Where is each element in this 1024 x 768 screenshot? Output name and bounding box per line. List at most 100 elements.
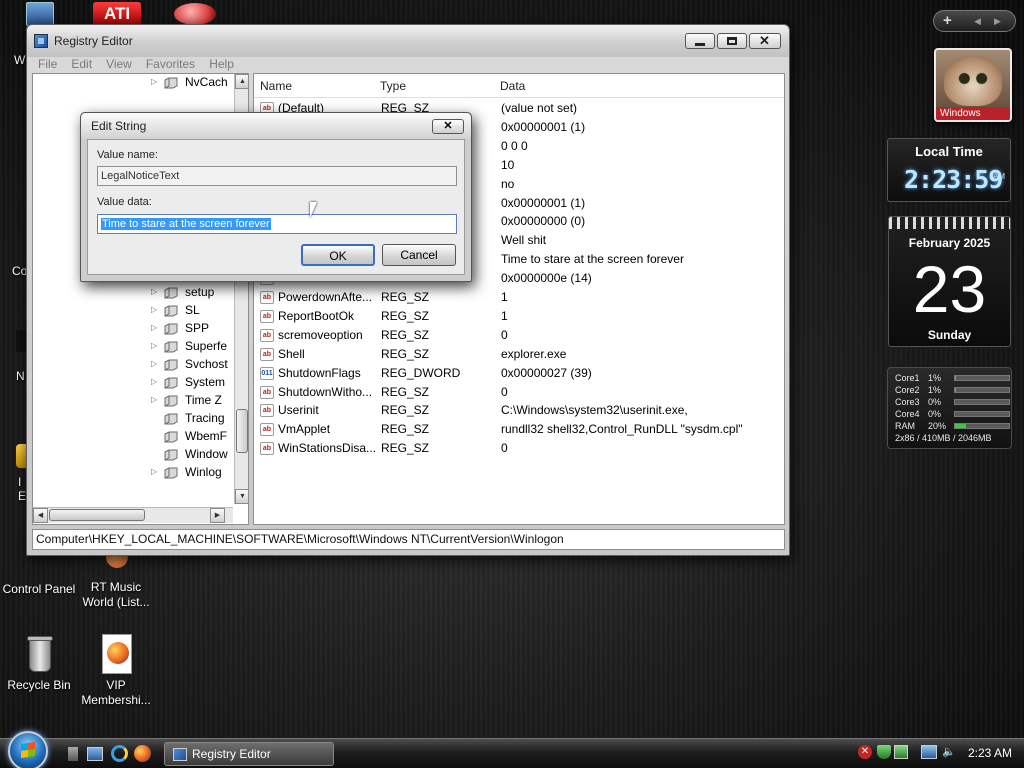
expand-arrow-icon[interactable]: ▷: [151, 463, 157, 481]
menu-file[interactable]: File: [31, 55, 64, 73]
expand-arrow-icon[interactable]: ▷: [151, 337, 157, 355]
registry-key-icon: [164, 322, 178, 335]
sidebar-next-button[interactable]: ▶: [994, 16, 1001, 27]
desktop-icon-vip[interactable]: VIP Membershi...: [74, 634, 158, 708]
value-row[interactable]: ab WinStationsDisa... REG_SZ 0: [254, 439, 784, 458]
partial-label-e: E: [18, 489, 27, 503]
tree-horizontal-scrollbar[interactable]: ◀ ▶: [33, 507, 233, 523]
value-row[interactable]: 011 ShutdownFlags REG_DWORD 0x00000027 (39): [254, 364, 784, 383]
desktop-icon-control-panel[interactable]: Control Panel: [0, 558, 81, 597]
tray-volume-icon[interactable]: 🔈: [942, 746, 956, 759]
value-name: scremoveoption: [278, 327, 363, 342]
title-bar[interactable]: Registry Editor ✕: [27, 25, 789, 57]
column-name[interactable]: Name: [260, 79, 292, 93]
value-name-label: Value name:: [97, 149, 158, 161]
tree-item-label: Svchost: [185, 357, 228, 371]
scroll-thumb[interactable]: [236, 409, 248, 453]
tree-item-label: Superfe: [185, 339, 228, 353]
meter-footer: 2x86 / 410MB / 2046MB: [895, 433, 992, 443]
windows-logo-icon: [21, 742, 35, 758]
value-data: rundll32 shell32,Control_RunDLL "sysdm.c…: [501, 422, 743, 437]
desktop-icon-partial[interactable]: [174, 3, 216, 25]
value-data: no: [501, 176, 515, 191]
expand-arrow-icon[interactable]: ▷: [151, 301, 157, 319]
menu-edit[interactable]: Edit: [64, 55, 99, 73]
partial-label-n: N: [16, 369, 25, 383]
ok-button[interactable]: OK: [301, 244, 375, 266]
scroll-thumb-horizontal[interactable]: [49, 509, 145, 521]
partial-label-i: I: [18, 475, 22, 489]
meter-value: 0%: [928, 409, 942, 419]
value-row[interactable]: ab scremoveoption REG_SZ 0: [254, 326, 784, 345]
column-type[interactable]: Type: [380, 79, 406, 93]
start-button[interactable]: [8, 731, 48, 768]
close-button[interactable]: ✕: [749, 33, 781, 49]
desktop-icon-partial-ie[interactable]: [16, 444, 26, 468]
tray-clock[interactable]: 2:23 AM: [968, 746, 1012, 760]
tray-app-icon[interactable]: [894, 745, 908, 759]
quicklaunch-switch-windows[interactable]: [87, 747, 103, 761]
tray-network-icon[interactable]: [921, 745, 937, 759]
desktop-icon-computer[interactable]: [26, 2, 54, 26]
value-name-field: LegalNoticeText: [97, 166, 457, 186]
tray-security-icon[interactable]: ✕: [858, 745, 872, 759]
tray-shield-icon[interactable]: [877, 745, 891, 759]
value-row[interactable]: ab Userinit REG_SZ C:\Windows\system32\user…: [254, 401, 784, 420]
tree-item-label: System: [185, 375, 226, 389]
scroll-down-button[interactable]: ▼: [235, 489, 248, 504]
maximize-icon: [727, 37, 737, 45]
ati-label: ATI: [103, 4, 131, 23]
reg-string-icon: ab: [260, 404, 274, 418]
menu-bar: File Edit View Favorites Help: [31, 55, 785, 73]
expand-arrow-icon[interactable]: ▷: [151, 319, 157, 337]
meter-bar: [954, 399, 1010, 405]
menu-view[interactable]: View: [99, 55, 139, 73]
calendar-rings: [889, 217, 1010, 229]
calendar-weekday: Sunday: [927, 328, 972, 342]
expand-arrow-icon[interactable]: ▷: [151, 391, 157, 409]
value-row[interactable]: ab PowerdownAfte... REG_SZ 1: [254, 288, 784, 307]
reg-string-icon: ab: [260, 291, 274, 304]
add-gadget-button[interactable]: +: [943, 12, 952, 29]
value-data: 0x0000000e (14): [501, 271, 592, 286]
meter-value: 1%: [928, 373, 942, 383]
quicklaunch-firefox-icon[interactable]: [134, 745, 151, 762]
menu-help[interactable]: Help: [202, 55, 241, 73]
cancel-button[interactable]: Cancel: [382, 244, 456, 266]
value-row[interactable]: ab VmApplet REG_SZ rundll32 shell32,Control…: [254, 420, 784, 439]
cpu-meter-gadget[interactable]: Core1 1% Core2 1% Core3 0% Core4 0% RAM 20% 2x86 …: [887, 367, 1012, 449]
expand-arrow-icon[interactable]: ▷: [151, 74, 157, 91]
sidebar-prev-button[interactable]: ◀: [974, 16, 981, 27]
quicklaunch-show-desktop[interactable]: [68, 747, 78, 761]
value-type: REG_SZ: [381, 403, 430, 418]
scroll-left-button[interactable]: ◀: [33, 508, 48, 523]
desktop-icon-recycle-bin[interactable]: Recycle Bin: [0, 634, 81, 693]
dialog-close-button[interactable]: ✕: [432, 119, 464, 134]
expand-arrow-icon[interactable]: ▷: [151, 355, 157, 373]
maximize-button[interactable]: [717, 33, 747, 49]
value-row[interactable]: ab ShutdownWitho... REG_SZ 0: [254, 383, 784, 402]
taskbar-registry-editor-button[interactable]: Registry Editor: [164, 742, 334, 766]
value-row[interactable]: ab Shell REG_SZ explorer.exe: [254, 345, 784, 364]
status-bar: Computer\HKEY_LOCAL_MACHINE\SOFTWARE\Mic…: [32, 529, 785, 550]
calendar-gadget[interactable]: February 2025 23 Sunday: [888, 216, 1011, 347]
value-row[interactable]: ab ReportBootOk REG_SZ 1: [254, 307, 784, 326]
scroll-up-button[interactable]: ▲: [235, 74, 248, 89]
expand-arrow-icon[interactable]: ▷: [151, 283, 157, 301]
value-type: REG_DWORD: [381, 365, 461, 380]
menu-favorites[interactable]: Favorites: [139, 55, 202, 73]
ati-icon[interactable]: ATI: [93, 2, 141, 26]
column-data[interactable]: Data: [500, 79, 525, 93]
expand-arrow-icon[interactable]: ▷: [151, 373, 157, 391]
scroll-right-button[interactable]: ▶: [210, 508, 225, 523]
dialog-title-bar[interactable]: Edit String ✕: [81, 113, 471, 139]
value-data-input[interactable]: Time to stare at the screen forever: [97, 214, 457, 234]
quicklaunch-ie-icon[interactable]: [111, 745, 128, 762]
tree-item-label: setup: [185, 285, 215, 299]
slideshow-gadget[interactable]: Windows: [934, 48, 1012, 122]
minimize-button[interactable]: [685, 33, 715, 49]
cat-photo: [944, 56, 1002, 106]
value-data: 10: [501, 157, 515, 172]
clock-gadget[interactable]: Local Time 2:23:59 AM: [887, 138, 1011, 202]
registry-key-icon: [164, 412, 178, 425]
